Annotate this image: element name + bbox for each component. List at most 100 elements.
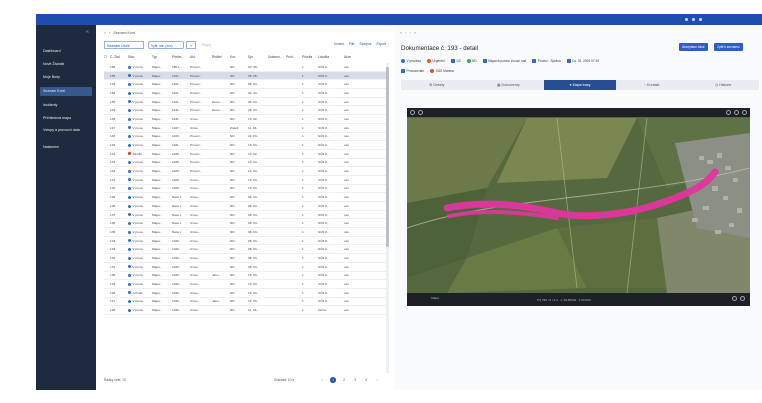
col-header[interactable]: Lokalita [318,55,344,62]
table-row[interactable]: 128 Schvál. Mapa.. 1020.. Unive.. ND 16. 03.. 1… [104,289,386,298]
action-filter[interactable]: Filtr [349,42,355,46]
prev-icon[interactable]: ‹ [405,30,406,35]
tab-route-map[interactable]: ● Mapa trasy [544,80,616,90]
table-row[interactable]: 140 V proce Mapa.. 1180.. Unive.. ND 15. 04.. 1… [104,185,386,194]
col-header[interactable]: Předm. [172,55,190,62]
measure-icon[interactable] [726,110,731,115]
sidebar-item-overview-map[interactable]: Přehledová mapa [40,114,92,123]
settings-icon[interactable] [699,18,702,21]
page-button[interactable]: 2 [341,377,347,383]
fullscreen-icon[interactable] [742,110,747,115]
per-page-select[interactable]: Zobrazit: 10 ▾ [274,378,294,382]
sidebar-item-dashboard[interactable]: Dashboard [40,47,92,56]
sidebar-item-list[interactable]: Seznam Kont [40,87,92,96]
action-export[interactable]: Export [376,42,386,46]
page-button[interactable]: 4 [363,377,369,383]
page-button[interactable]: ‹ [319,377,325,383]
zoom-in-icon[interactable] [732,296,737,301]
print-icon[interactable] [734,110,739,115]
col-header[interactable]: Spr. [248,55,268,62]
page-button[interactable]: 1 [330,377,336,383]
table-row[interactable]: 137 V proce Mapa.. Nasu t.. Unive.. ND 08. 04.… [104,211,386,220]
page-button[interactable]: 3 [352,377,358,383]
sidebar: « Dashboard Nové Žádosti Moje Body Sezna… [36,25,96,390]
next-icon[interactable]: › [410,30,411,35]
cell-type: Mapa.. [152,308,162,313]
table-row[interactable]: 147 V proce Mapa.. 1027.. Unive.. Znácil 11. 0… [104,124,386,133]
table-row[interactable]: 139 V proce Mapa.. Nasu t.. Unive.. ND 08. 04.… [104,193,386,202]
table-row[interactable]: 130 V proce Mapa.. 1020.. Unive.. Jahn.. ND 15.… [104,272,386,281]
table-row[interactable]: 133 V proce Mapa.. 1020.. Unive.. ND 08. 03.. 1… [104,245,386,255]
col-header[interactable]: Priorita [302,55,318,62]
home-icon[interactable]: ⌂ [104,31,106,35]
tab-documents[interactable]: ▦ Dokumenty [473,80,545,90]
sq-info-icon [401,69,405,74]
table-row[interactable]: 126 V proce Mapa.. 1020.. Unive.. ND 11. 03.. 1… [104,306,386,315]
accept-button[interactable]: Akceptace Akce [679,43,708,51]
table-row[interactable]: 136 V proce Mapa.. Nasu t.. Unive.. ND 08. 03.… [104,219,386,229]
sidebar-item-my-points[interactable]: Moje Body [40,73,92,82]
cell-state: V proce [128,273,152,277]
table-row[interactable]: 134 V proce Mapa.. 1020.. Unive.. ND 08. 03.. 1… [104,237,386,246]
sidebar-item-new-requests[interactable]: Nové Žádosti [40,60,92,69]
table-row[interactable]: 146 V proce Mapa.. 1180.. Provoz.. ND 22. 03..… [104,133,386,142]
table-row[interactable]: 148 V proce Mapa.. 1131.. Unive.. ND 15. 02.. 1… [104,115,386,124]
add-filter-button[interactable]: + [186,41,196,49]
col-header[interactable]: Typ [152,55,172,62]
tab-details[interactable]: ⚙ Detaily [401,80,473,90]
col-header[interactable]: Akce [344,55,362,62]
scroll-thumb[interactable] [386,67,389,247]
table-row[interactable]: 155 V proce Mapa.. 1101.. Provoz.. Zeme.. ND 03… [104,98,386,107]
last-icon[interactable]: » [414,30,416,35]
table-row[interactable]: 152 V proce Mapa.. 1101.. Provoz.. ND 00. 04..… [104,89,386,98]
table-row[interactable]: 142 V proce Mapa.. 1180.. Provoz.. ND 13. 04..… [104,167,386,176]
collapse-icon[interactable]: « [86,29,89,35]
table-scrollbar[interactable] [386,63,389,373]
col-header[interactable]: Č. Žád. [110,55,128,62]
help-icon[interactable] [692,18,695,21]
layers-icon[interactable] [410,110,415,115]
cell-pred: 1180.. [172,177,181,182]
col-header[interactable]: Prod. [286,55,302,62]
page-button[interactable]: › [374,377,380,383]
satellite-map[interactable] [407,108,750,306]
cell-pred: 1020.. [172,282,181,287]
table-row[interactable]: 145 V proce Mapa.. 1181.. Provoz.. ND 16. 03..… [104,141,386,150]
action-invoice[interactable]: Invece [334,42,344,46]
table-row[interactable]: 158 V proce Mapa.. 180.1.. Provoz.. ND 0V. 05.… [104,63,386,72]
first-icon[interactable]: « [400,30,402,35]
table-row[interactable]: 143 V proce Mapa.. 1180.. Provoz.. ND 13. 04..… [104,159,386,168]
cell-type: Mapa.. [152,186,162,191]
table-row[interactable]: 132 V proce Mapa.. 1020.. Unive.. ND 08. 03.. 1… [104,254,386,263]
col-header[interactable]: Ustaven. [268,55,286,62]
table-row[interactable]: 135 V proce Mapa.. Nasu t.. Unive.. ND 08. 03.… [104,228,386,237]
table-row[interactable]: 131 V proce Mapa.. 1020.. Unive.. ND 08. 03.. 1… [104,263,386,272]
tab-contact[interactable]: ◌ Kontakt [616,80,688,90]
table-row[interactable]: 153 V proce Mapa.. 1101.. Provoz.. ND 05. 04..… [104,80,386,90]
view-select[interactable]: Seznam Úlohl [104,41,144,49]
back-button[interactable]: Zpět k seznamu [714,43,743,51]
table-row[interactable]: 138 V proce Mapa.. Nasu t.. Unive.. ND 08. 04.… [104,202,386,211]
zoom-out-icon[interactable] [740,296,745,301]
route-map[interactable]: Mapa 5 5 756 / 2 / 4.4 · s: 39.56632 · 1… [407,108,750,306]
action-columns[interactable]: Sloupce [360,42,372,46]
tab-history[interactable]: ◷ Historie [687,80,759,90]
table-row[interactable]: 127 V proce Mapa.. 1020.. Unive.. Jahn.. ND 14.… [104,298,386,307]
target-icon[interactable] [418,110,423,115]
col-header[interactable]: Kor. [230,55,248,62]
col-header[interactable]: Stav [128,55,152,62]
table-row[interactable]: 129 V proce Mapa.. 1020.. Unive.. ND 13. 03.. 1… [104,280,386,289]
col-header[interactable]: Akt. [190,55,212,62]
table-row[interactable]: 144 Zamítn. Mapa.. 1180.. Provoz.. ND 13. 02..… [104,150,386,159]
table-row[interactable]: 149 V proce Mapa.. 1411.. Provoz.. Zeme.. ND 28… [104,106,386,116]
sidebar-item-inputs[interactable]: Vstupy a provozní data [40,127,92,139]
sidebar-item-incidents[interactable]: Incidenty [40,101,92,110]
col-header[interactable]: Řešitel [212,55,230,62]
notification-icon[interactable] [685,18,688,21]
filter-extra[interactable]: Pro(c) [202,43,211,47]
sidebar-item-settings[interactable]: Nastavení [40,143,92,152]
filter-chip[interactable]: Vyhl. ole: (xxx) [148,41,184,49]
table-row[interactable]: 155 V proce Mapa.. 1101.. Provoz.. ND 05. 05..… [104,71,386,81]
table-row[interactable]: 141 V proce Mapa.. 1180.. Unive.. ND 15. 04.. 1… [104,176,386,185]
status-dot-icon [128,265,131,269]
